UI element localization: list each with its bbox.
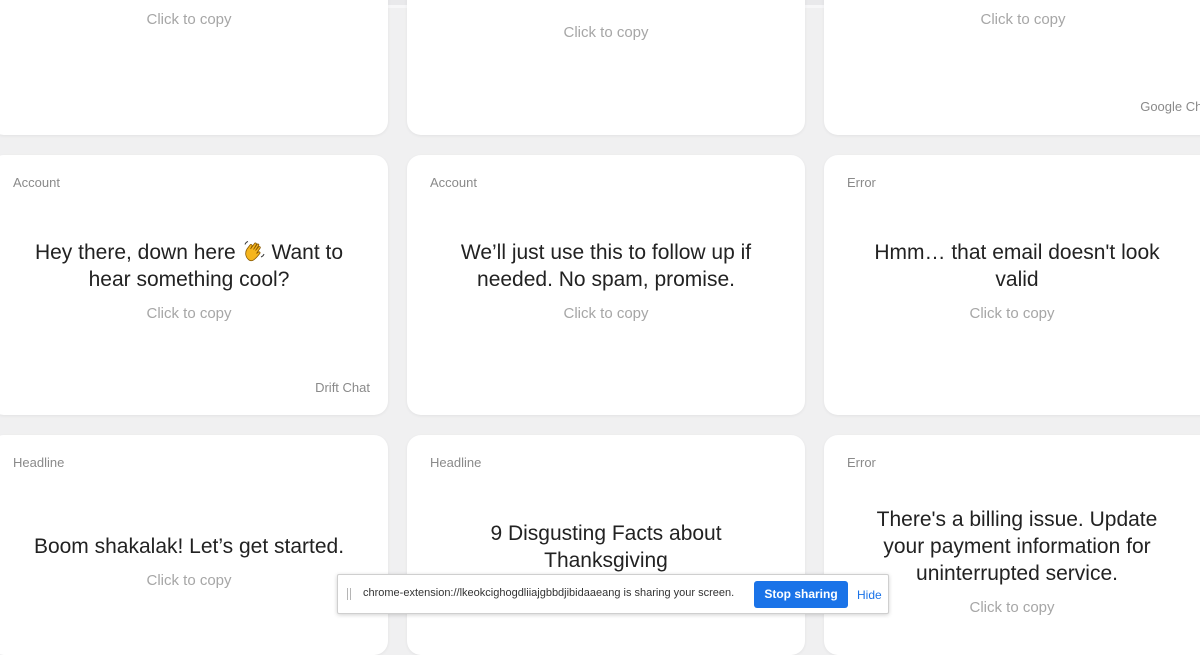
content-line: Hey there, down here xyxy=(34,241,236,264)
card-7[interactable]: Headline Boom shakalak! Let’s get starte… xyxy=(0,435,388,655)
waving-hand-icon xyxy=(242,239,266,263)
card-1[interactable]: Click to copy xyxy=(0,0,388,135)
content-line: Boom shakalak! Let’s get started. xyxy=(33,535,345,558)
click-to-copy: Click to copy xyxy=(563,305,649,322)
card-content: We’ll just use this to follow up if need… xyxy=(425,239,787,293)
content-line: valid xyxy=(995,268,1039,291)
hide-link[interactable]: Hide xyxy=(857,588,882,602)
content-line: uninterrupted service. xyxy=(916,562,1118,585)
card-content: Hmm… that email doesn't look valid xyxy=(852,239,1182,293)
card-category: Error xyxy=(847,175,876,190)
card-source: Drift Chat xyxy=(315,380,370,395)
screen-share-bar: chrome-extension://lkeokcighogdliiajgbbd… xyxy=(337,574,889,614)
content-line: hear something cool? xyxy=(88,268,290,291)
card-content: There's a billing issue. Update your pay… xyxy=(852,506,1182,587)
click-to-copy: Click to copy xyxy=(146,305,232,322)
click-to-copy: Click to copy xyxy=(969,305,1055,322)
card-category: Account xyxy=(430,175,477,190)
card-4[interactable]: Account Hey there, down here Want to hea… xyxy=(0,155,388,415)
content-line: 9 Disgusting Facts about xyxy=(490,522,722,545)
card-category: Account xyxy=(13,175,60,190)
stop-sharing-button[interactable]: Stop sharing xyxy=(754,581,848,608)
card-8[interactable]: Headline 9 Disgusting Facts about Thanks… xyxy=(407,435,805,655)
drag-handle-icon[interactable] xyxy=(347,588,351,600)
card-6[interactable]: Error Hmm… that email doesn't look valid… xyxy=(824,155,1200,415)
click-to-copy: Click to copy xyxy=(563,24,649,41)
card-3[interactable]: Click to copy Google Chrome xyxy=(824,0,1200,135)
card-content: 9 Disgusting Facts about Thanksgiving xyxy=(425,520,787,574)
click-to-copy: Click to copy xyxy=(980,11,1066,28)
content-line: We’ll just use this to follow up if xyxy=(460,241,752,264)
card-content-fragment xyxy=(425,0,787,2)
content-line: needed. No spam, promise. xyxy=(477,268,735,291)
content-line: Hmm… that email doesn't look xyxy=(874,241,1160,264)
card-content: Boom shakalak! Let’s get started. xyxy=(8,533,370,560)
content-line: Thanksgiving xyxy=(544,549,668,572)
card-9[interactable]: Error There's a billing issue. Update yo… xyxy=(824,435,1200,655)
card-category: Headline xyxy=(430,455,482,470)
click-to-copy: Click to copy xyxy=(146,572,232,589)
content-line: your payment information for xyxy=(883,535,1151,558)
card-source: Google Chrome xyxy=(1140,99,1200,114)
card-category: Headline xyxy=(13,455,65,470)
share-message: chrome-extension://lkeokcighogdliiajgbbd… xyxy=(363,587,735,599)
content-line: Want to xyxy=(271,241,344,264)
card-content: Hey there, down here Want to hear someth… xyxy=(8,239,370,293)
content-line: There's a billing issue. Update xyxy=(876,508,1158,531)
card-category: Error xyxy=(847,455,876,470)
card-2[interactable]: Click to copy xyxy=(407,0,805,135)
card-5[interactable]: Account We’ll just use this to follow up… xyxy=(407,155,805,415)
click-to-copy: Click to copy xyxy=(146,11,232,28)
